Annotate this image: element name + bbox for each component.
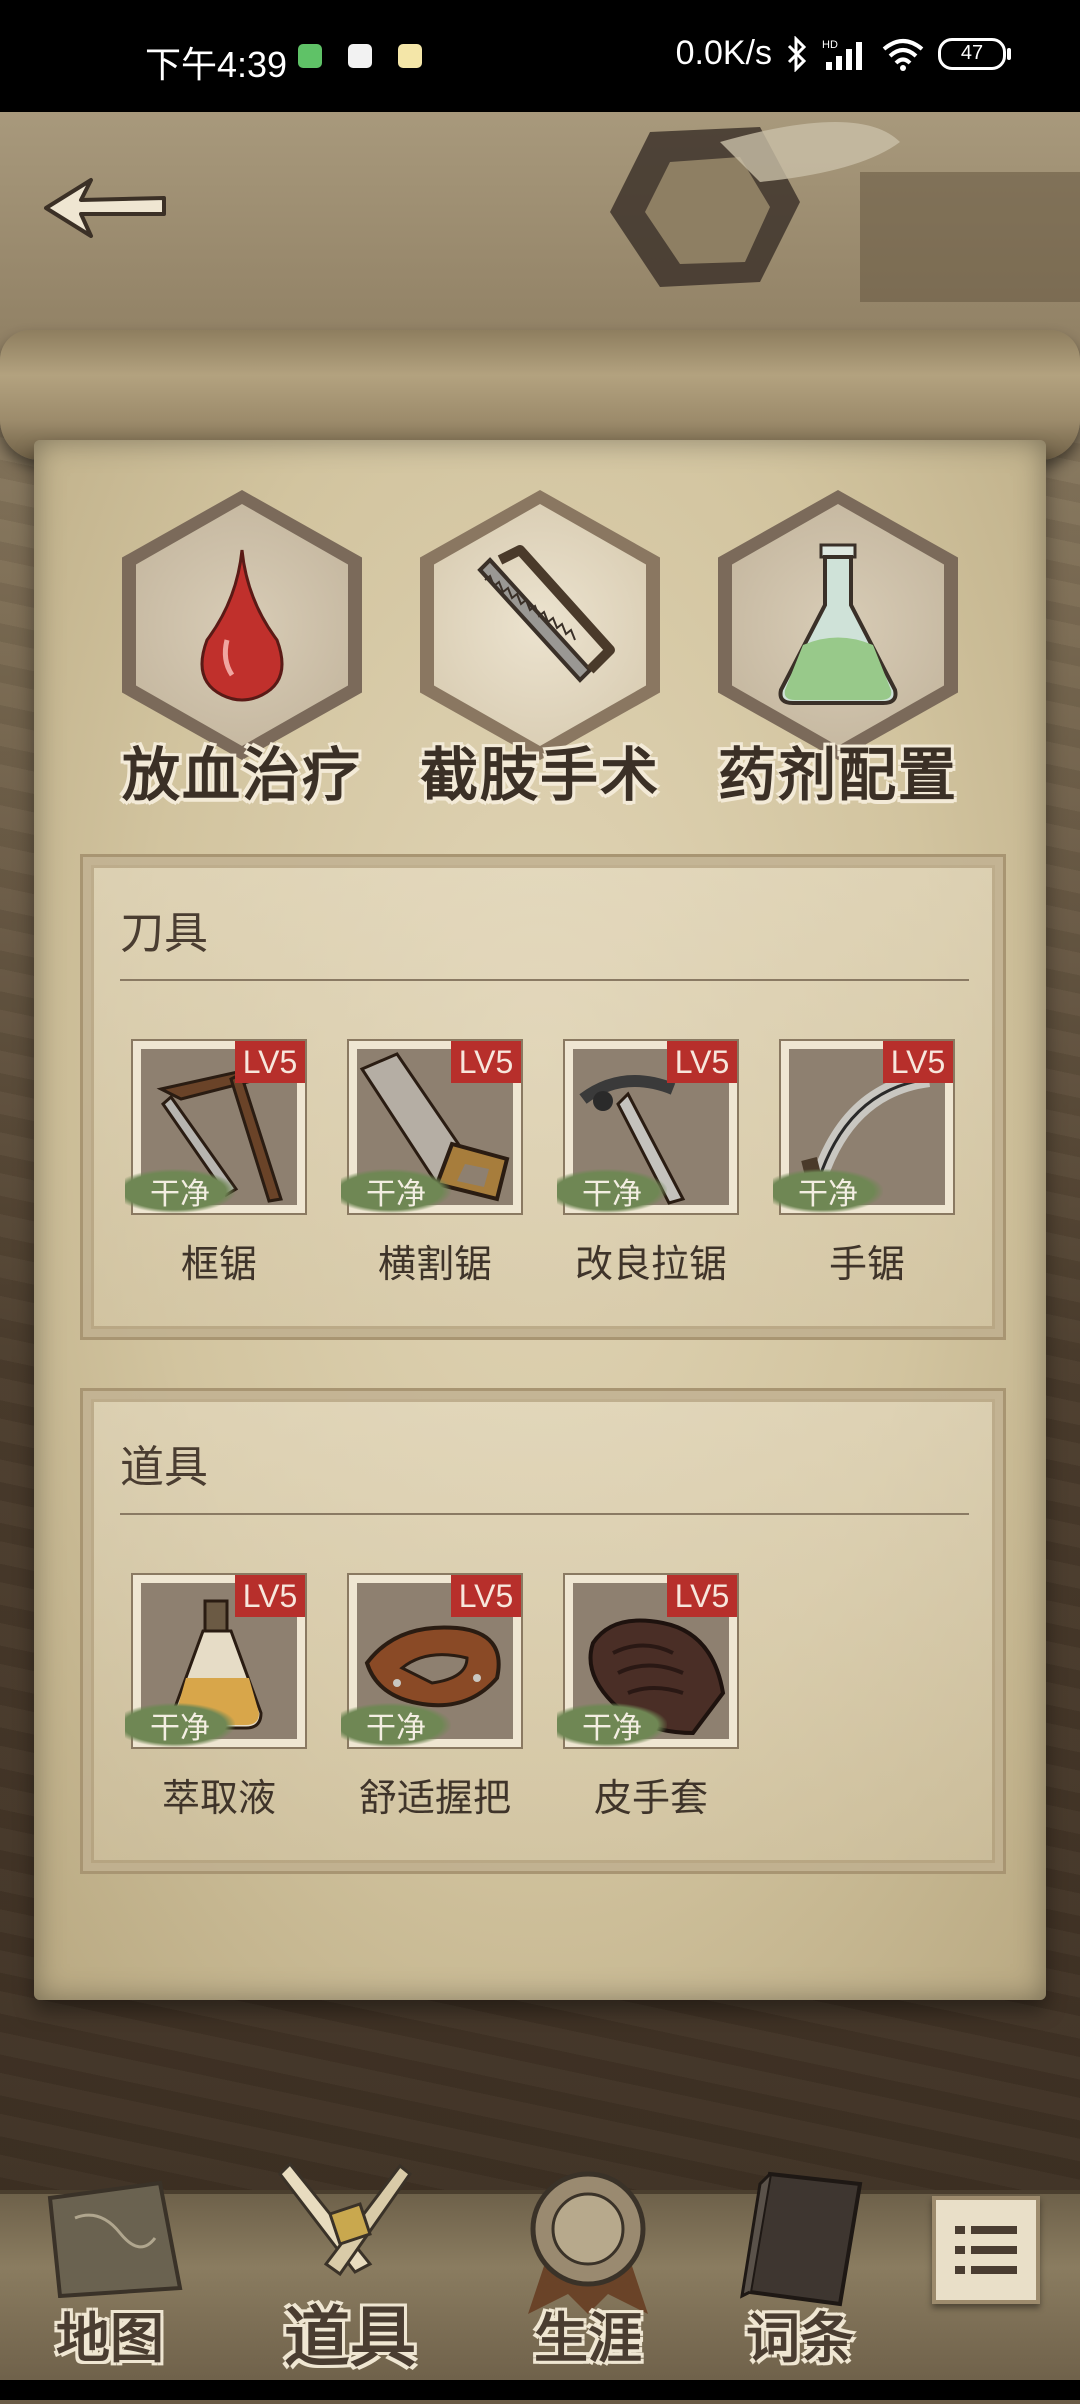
signal-icon: HD [822,39,862,70]
level-badge: LV5 [235,1575,305,1617]
item-comfort-grip[interactable]: LV5 干净 舒适握把 [341,1573,523,1833]
item-name: 横割锯 [377,1242,492,1286]
clean-status-tag: 干净 [125,1169,235,1213]
nav-tools[interactable]: 道具 [250,2161,450,2404]
clean-status-tag: 干净 [557,1703,667,1747]
item-name: 皮手套 [593,1776,708,1820]
clean-status-tag: 干净 [557,1169,667,1213]
app-notification-icon [398,44,422,68]
item-extract[interactable]: LV5 干净 萃取液 [125,1573,307,1833]
section-title: 道具 [120,1442,208,1493]
battery-indicator: 47 [938,37,1011,70]
clean-status-tag: 干净 [341,1169,451,1213]
item-name: 舒适握把 [358,1776,511,1820]
surgery-type-label: 放血治疗 [121,741,362,809]
battery-level: 47 [960,42,984,64]
nav-label: 生涯 [534,2306,642,2370]
hex-inner [732,504,944,746]
item-leather-gloves[interactable]: LV5 干净 皮手套 [557,1573,739,1833]
nav-entries[interactable]: 词条 [700,2171,900,2404]
level-badge: LV5 [235,1041,305,1083]
section-divider [120,1513,969,1515]
item-improved-pull-saw[interactable]: LV5 干净 改良拉锯 [557,1039,739,1299]
surgery-type-label: 药剂配置 [717,741,958,809]
tools-panel: 道具 LV5 干净 萃取液 LV5 干净 舒适握把 LV5 干净 皮手套 [80,1388,1006,1874]
hex-frame [420,490,660,760]
bottom-nav: 地图 道具 生涯 词条 [0,2161,1080,2404]
hex-frame [122,490,362,760]
section-title: 刀具 [120,908,208,959]
back-arrow-icon[interactable] [36,168,176,248]
hex-inner [434,504,646,746]
flask-icon [778,543,898,705]
map-icon [47,2180,183,2298]
status-time: 下午4:39 [145,44,288,85]
item-hand-saw[interactable]: LV5 干净 手锯 [773,1039,955,1299]
nav-label: 地图 [56,2306,164,2370]
medal-icon [528,2171,648,2314]
item-name: 改良拉锯 [574,1242,727,1286]
level-badge: LV5 [667,1041,737,1083]
level-badge: LV5 [451,1575,521,1617]
surgery-type-amputation[interactable]: 截肢手术 [400,490,680,810]
system-nav-bar [0,2380,1080,2400]
clean-status-tag: 干净 [341,1703,451,1747]
menu-button[interactable] [932,2196,1040,2304]
level-badge: LV5 [451,1041,521,1083]
tools-icon [278,2161,413,2277]
level-badge: LV5 [883,1041,953,1083]
item-name: 萃取液 [161,1776,276,1820]
surgery-type-bloodletting[interactable]: 放血治疗 [102,490,382,810]
clean-status-tag: 干净 [125,1703,235,1747]
level-badge: LV5 [667,1575,737,1617]
blood-drop-icon [200,549,284,702]
svg-text:HD: HD [822,39,838,51]
item-name: 手锯 [828,1242,905,1286]
status-bar: 下午4:39 0.0K/s HD 47 [0,0,1080,112]
saw-icon [477,545,615,683]
item-name: 框锯 [180,1242,257,1286]
nav-label: 道具 [284,2298,416,2376]
item-frame-saw[interactable]: LV5 干净 框锯 [125,1039,307,1299]
bluetooth-icon [787,35,807,72]
app-notification-icon [348,44,372,68]
blades-panel: 刀具 LV5 干净 框锯 LV5 干净 横割锯 LV5 干净 改良拉锯 LV5 … [80,854,1006,1340]
wifi-icon [882,38,924,71]
wechat-icon [298,44,322,68]
section-divider [120,979,969,981]
nav-career[interactable]: 生涯 [488,2171,688,2404]
hex-inner [136,504,348,746]
clean-status-tag: 干净 [773,1169,883,1213]
status-indicators: 0.0K/s HD 47 [675,34,1011,73]
book-icon [740,2171,863,2307]
surgery-type-potion[interactable]: 药剂配置 [698,490,978,810]
network-speed: 0.0K/s [675,34,772,72]
hex-frame [718,490,958,760]
surgery-type-label: 截肢手术 [419,741,660,809]
nav-map[interactable]: 地图 [10,2180,210,2404]
item-crosscut-saw[interactable]: LV5 干净 横割锯 [341,1039,523,1299]
nav-label: 词条 [746,2306,854,2370]
list-menu-icon [955,2226,1017,2274]
